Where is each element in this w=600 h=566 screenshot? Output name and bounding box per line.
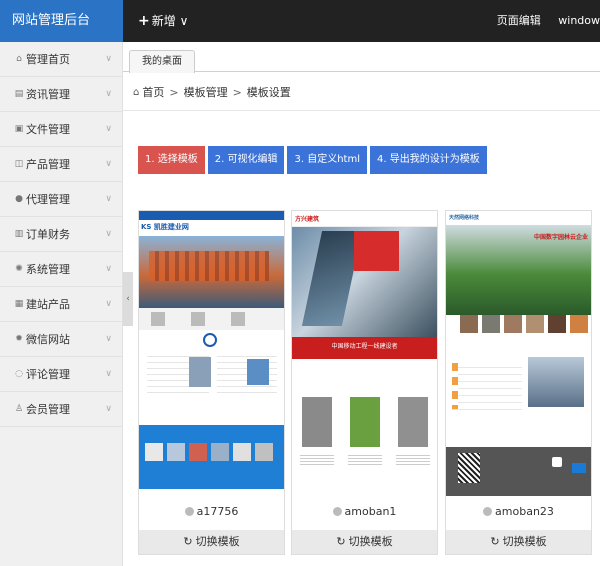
divider — [123, 110, 600, 111]
chevron-down-icon: ∨ — [105, 89, 112, 99]
sidebar-item-files[interactable]: ▣ 文件管理 ∨ — [0, 112, 122, 147]
sidebar-item-orders[interactable]: ▥ 订单财务 ∨ — [0, 217, 122, 252]
chevron-down-icon: ∨ — [105, 404, 112, 414]
order-icon: ▥ — [14, 229, 24, 239]
refresh-icon: ↻ — [490, 535, 500, 548]
app-logo[interactable]: 网站管理后台 — [0, 0, 123, 42]
chevron-down-icon: ∨ — [105, 299, 112, 309]
template-card[interactable]: KS 凯胜建业网 a17756 ↻ 切换模板 — [138, 210, 285, 555]
sidebar-item-label: 文件管理 — [26, 123, 70, 136]
breadcrumb-home[interactable]: 首页 — [142, 84, 164, 100]
sidebar-item-label: 评论管理 — [26, 368, 70, 381]
sidebar-item-home[interactable]: ⌂ 管理首页 ∨ — [0, 42, 122, 77]
breadcrumb-separator: > — [169, 85, 179, 99]
switch-template-button[interactable]: ↻ 切换模板 — [446, 530, 591, 554]
breadcrumb-separator: > — [232, 85, 242, 99]
template-name: a17756 — [139, 505, 284, 518]
plus-icon: + — [138, 13, 150, 29]
thumb-banner-text: 中国移动工程一线建设者 — [331, 343, 398, 350]
thumb-brand-text: 方兴建筑 — [295, 216, 320, 223]
new-button[interactable]: + 新增 ∨ — [138, 0, 188, 42]
refresh-icon: ↻ — [336, 535, 346, 548]
template-thumbnail[interactable]: KS 凯胜建业网 — [139, 211, 284, 496]
sidebar-collapse-toggle[interactable]: ‹ — [123, 272, 133, 326]
chevron-down-icon: ∨ — [105, 194, 112, 204]
chevron-down-icon: ∨ — [105, 264, 112, 274]
tab-bar: 我的桌面 — [123, 42, 600, 73]
sidebar-item-label: 订单财务 — [26, 228, 70, 241]
chevron-down-icon: ∨ — [179, 14, 189, 28]
sidebar: ⌂ 管理首页 ∨ ▤ 资讯管理 ∨ ▣ 文件管理 ∨ ◫ 产品管理 ∨ ● 代理管理 ∨ ▥ 订单财务… — [0, 42, 123, 566]
member-icon: ♙ — [14, 404, 24, 414]
template-name: amoban23 — [446, 505, 591, 518]
gear-icon: ✺ — [15, 264, 23, 274]
sidebar-item-products[interactable]: ◫ 产品管理 ∨ — [0, 147, 122, 182]
user-icon: ● — [15, 194, 23, 204]
chevron-down-icon: ∨ — [105, 369, 112, 379]
page-edit-link[interactable]: 页面编辑 — [497, 14, 541, 27]
tab-my-desktop[interactable]: 我的桌面 — [129, 50, 195, 73]
step-select-template-button[interactable]: 1. 选择模板 — [138, 146, 205, 174]
breadcrumb-template-settings: 模板设置 — [246, 86, 291, 99]
sidebar-item-label: 管理首页 — [26, 53, 70, 66]
thumb-brand-text: 天然网络科技 — [449, 215, 480, 221]
top-right-links: 页面编辑 window — [483, 0, 600, 42]
wechat-icon: ✹ — [15, 334, 23, 344]
step-buttons: 1. 选择模板 2. 可视化编辑 3. 自定义html 4. 导出我的设计为模板 — [138, 146, 490, 174]
file-icon: ▣ — [14, 124, 24, 134]
chevron-down-icon: ∨ — [105, 124, 112, 134]
sidebar-item-system[interactable]: ✺ 系统管理 ∨ — [0, 252, 122, 287]
home-icon: ⌂ — [133, 86, 140, 98]
template-card[interactable]: 方兴建筑 中国移动工程一线建设者 amoban1 ↻ 切换模板 — [291, 210, 438, 555]
template-thumbnail[interactable]: 天然网络科技 中国数字园林云企业 — [446, 211, 591, 496]
thumb-banner-text: 中国数字园林云企业 — [534, 234, 589, 241]
chevron-left-icon: ‹ — [126, 294, 130, 304]
sidebar-item-label: 产品管理 — [26, 158, 70, 171]
breadcrumb-template-manage[interactable]: 模板管理 — [184, 84, 228, 100]
new-button-label: 新增 — [151, 14, 176, 28]
refresh-icon: ↻ — [183, 535, 193, 548]
comment-icon: ◌ — [15, 369, 23, 379]
sidebar-item-news[interactable]: ▤ 资讯管理 ∨ — [0, 77, 122, 112]
sidebar-item-build[interactable]: ▦ 建站产品 ∨ — [0, 287, 122, 322]
sidebar-item-agents[interactable]: ● 代理管理 ∨ — [0, 182, 122, 217]
chevron-down-icon: ∨ — [105, 334, 112, 344]
news-icon: ▤ — [14, 89, 24, 99]
home-icon: ⌂ — [16, 54, 22, 64]
build-icon: ▦ — [14, 299, 24, 309]
template-card[interactable]: 天然网络科技 中国数字园林云企业 amoban23 ↻ 切换模板 — [445, 210, 592, 555]
sidebar-item-label: 会员管理 — [26, 403, 70, 416]
sidebar-item-label: 系统管理 — [26, 263, 70, 276]
sidebar-item-comments[interactable]: ◌ 评论管理 ∨ — [0, 357, 122, 392]
radio-icon[interactable] — [184, 507, 194, 516]
sidebar-item-label: 资讯管理 — [26, 88, 70, 101]
chevron-down-icon: ∨ — [105, 54, 112, 64]
step-custom-html-button[interactable]: 3. 自定义html — [287, 146, 367, 174]
chevron-down-icon: ∨ — [105, 159, 112, 169]
step-export-template-button[interactable]: 4. 导出我的设计为模板 — [369, 146, 487, 174]
window-link[interactable]: window — [558, 14, 600, 27]
sidebar-item-label: 微信网站 — [26, 333, 70, 346]
sidebar-item-label: 建站产品 — [26, 298, 70, 311]
switch-template-button[interactable]: ↻ 切换模板 — [292, 530, 437, 554]
product-icon: ◫ — [14, 159, 24, 169]
radio-icon[interactable] — [483, 507, 493, 516]
sidebar-item-members[interactable]: ♙ 会员管理 ∨ — [0, 392, 122, 427]
step-visual-edit-button[interactable]: 2. 可视化编辑 — [207, 146, 285, 174]
sidebar-item-wechat[interactable]: ✹ 微信网站 ∨ — [0, 322, 122, 357]
sidebar-item-label: 代理管理 — [26, 193, 70, 206]
template-name: amoban1 — [292, 505, 437, 518]
chevron-down-icon: ∨ — [105, 229, 112, 239]
radio-icon[interactable] — [332, 507, 342, 516]
top-bar: 网站管理后台 + 新增 ∨ 页面编辑 window — [0, 0, 600, 42]
thumb-brand-text: KS 凯胜建业网 — [141, 223, 189, 231]
switch-template-button[interactable]: ↻ 切换模板 — [139, 530, 284, 554]
template-thumbnail[interactable]: 方兴建筑 中国移动工程一线建设者 — [292, 211, 437, 496]
breadcrumb: ⌂ 首页 > 模板管理 > 模板设置 — [133, 84, 291, 100]
